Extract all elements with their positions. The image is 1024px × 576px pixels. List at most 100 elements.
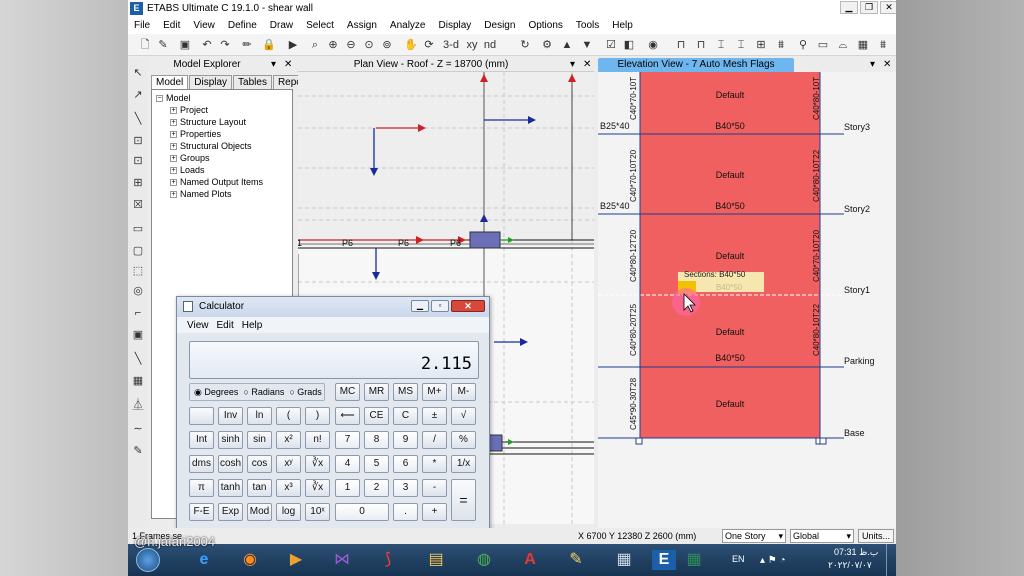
- calculator-menu-help[interactable]: Help: [242, 320, 263, 331]
- expand-icon[interactable]: +: [170, 190, 177, 198]
- cube-root-button[interactable]: ∛x: [305, 479, 330, 497]
- area-icon[interactable]: ▭: [816, 38, 830, 52]
- autocad-icon[interactable]: A: [512, 548, 548, 572]
- expand-icon[interactable]: +: [170, 130, 177, 138]
- zoom-window-2-icon[interactable]: ⊚: [380, 38, 394, 52]
- undo-icon[interactable]: ↶: [200, 38, 214, 52]
- radians-radio[interactable]: ○ Radians: [243, 387, 284, 397]
- rotate-icon[interactable]: ⟳: [422, 38, 436, 52]
- square-button[interactable]: x²: [276, 431, 301, 449]
- new-icon[interactable]: 🗋: [138, 38, 152, 52]
- divide-button[interactable]: /: [422, 431, 447, 449]
- brace-icon[interactable]: ⌶: [734, 38, 748, 52]
- digit-0-button[interactable]: 0: [335, 503, 389, 521]
- mr-button[interactable]: MR: [364, 383, 389, 401]
- expand-icon[interactable]: +: [170, 178, 177, 186]
- menu-tools[interactable]: Tools: [576, 20, 599, 31]
- c-button[interactable]: C: [393, 407, 418, 425]
- link-icon[interactable]: ⌓: [836, 38, 850, 52]
- object-icon[interactable]: ◧: [622, 38, 636, 52]
- draw-spring-icon[interactable]: ∼: [131, 422, 145, 436]
- subtract-button[interactable]: -: [422, 479, 447, 497]
- menu-display[interactable]: Display: [439, 20, 472, 31]
- ms-button[interactable]: MS: [393, 383, 418, 401]
- panel-close-icon[interactable]: ✕: [583, 58, 591, 72]
- load-icon[interactable]: ⚲: [796, 38, 810, 52]
- digit-2-button[interactable]: 2: [364, 479, 389, 497]
- nth-root-button[interactable]: ∛x: [305, 455, 330, 473]
- expand-icon[interactable]: +: [170, 118, 177, 126]
- reshape-icon[interactable]: ↗: [131, 88, 145, 102]
- pi-button[interactable]: π: [189, 479, 214, 497]
- calculator-taskbar-icon[interactable]: ▦: [606, 548, 642, 572]
- display-icon[interactable]: ◉: [646, 38, 660, 52]
- draw-column-icon[interactable]: ⊞: [131, 176, 145, 190]
- tree-item-structure-layout[interactable]: + Structure Layout: [170, 117, 246, 127]
- clock-time[interactable]: 07:31 ب.ظ: [834, 547, 878, 558]
- calculator-menu-view[interactable]: View: [187, 320, 209, 331]
- expand-icon[interactable]: +: [170, 142, 177, 150]
- maximize-button[interactable]: ❐: [860, 1, 878, 14]
- expand-icon[interactable]: +: [170, 106, 177, 114]
- draw-frame-icon[interactable]: ⊡: [131, 134, 145, 148]
- backspace-button[interactable]: ⟵: [335, 407, 360, 425]
- open-paren-button[interactable]: (: [276, 407, 301, 425]
- acrobat-icon[interactable]: ⟆: [370, 548, 406, 572]
- tree-item-loads[interactable]: + Loads: [170, 165, 205, 175]
- tree-item-properties[interactable]: + Properties: [170, 129, 221, 139]
- menu-file[interactable]: File: [134, 20, 150, 31]
- panel-close-icon[interactable]: ✕: [284, 58, 292, 72]
- tab-model[interactable]: Model: [151, 75, 189, 89]
- draw-dimension-icon[interactable]: ╲: [131, 352, 145, 366]
- language-indicator[interactable]: EN: [732, 554, 745, 564]
- digit-6-button[interactable]: 6: [393, 455, 418, 473]
- grid-icon[interactable]: ▦: [856, 38, 870, 52]
- tree-item-named-plots[interactable]: + Named Plots: [170, 189, 232, 199]
- menu-draw[interactable]: Draw: [270, 20, 293, 31]
- down-icon[interactable]: ▼: [580, 38, 594, 52]
- calculator-close-button[interactable]: ✕: [451, 300, 485, 312]
- grads-radio[interactable]: ○ Grads: [289, 387, 321, 397]
- run-icon[interactable]: ▶: [286, 38, 300, 52]
- tree-item-groups[interactable]: + Groups: [170, 153, 210, 163]
- cos-button[interactable]: cos: [247, 455, 272, 473]
- 3d-view-icon[interactable]: 3-d: [442, 38, 460, 52]
- expand-icon[interactable]: +: [170, 154, 177, 162]
- calculator-minimize-button[interactable]: ▁: [411, 300, 429, 312]
- options-icon[interactable]: ⚙: [540, 38, 554, 52]
- file-explorer-icon[interactable]: ▤: [418, 548, 454, 572]
- dms-button[interactable]: dms: [189, 455, 214, 473]
- tree-root-model[interactable]: − Model: [156, 93, 191, 103]
- tanh-button[interactable]: tanh: [218, 479, 243, 497]
- digit-9-button[interactable]: 9: [393, 431, 418, 449]
- internet-explorer-icon[interactable]: e: [186, 548, 222, 572]
- elevation-canvas[interactable]: Default Default Default Default Default …: [598, 72, 896, 528]
- digit-5-button[interactable]: 5: [364, 455, 389, 473]
- firefox-icon[interactable]: ◉: [232, 548, 268, 572]
- cube-button[interactable]: x³: [276, 479, 301, 497]
- draw-area-icon[interactable]: ⬚: [131, 264, 145, 278]
- log-button[interactable]: log: [276, 503, 301, 521]
- menu-design[interactable]: Design: [484, 20, 515, 31]
- menu-select[interactable]: Select: [306, 20, 334, 31]
- slab-icon[interactable]: ⩩: [774, 38, 788, 52]
- menu-edit[interactable]: Edit: [163, 20, 180, 31]
- tab-tables[interactable]: Tables: [233, 75, 272, 89]
- degrees-radio[interactable]: ◉ Degrees: [194, 387, 238, 398]
- exp-button[interactable]: Exp: [218, 503, 243, 521]
- mc-button[interactable]: MC: [335, 383, 360, 401]
- equals-button[interactable]: =: [451, 479, 476, 521]
- power-button[interactable]: xʸ: [276, 455, 301, 473]
- menu-help[interactable]: Help: [612, 20, 633, 31]
- sinh-button[interactable]: sinh: [218, 431, 243, 449]
- wall-icon[interactable]: ⊞: [754, 38, 768, 52]
- factorial-button[interactable]: n!: [305, 431, 330, 449]
- lock-icon[interactable]: 🔒: [262, 38, 276, 52]
- close-paren-button[interactable]: ): [305, 407, 330, 425]
- save-icon[interactable]: ▣: [178, 38, 192, 52]
- check-icon[interactable]: ☑: [604, 38, 618, 52]
- sqrt-button[interactable]: √: [451, 407, 476, 425]
- zoom-icon[interactable]: ⌕: [308, 38, 322, 52]
- tree-item-structural-objects[interactable]: + Structural Objects: [170, 141, 252, 151]
- elevation-drawing[interactable]: Default Default Default Default Default …: [598, 72, 896, 528]
